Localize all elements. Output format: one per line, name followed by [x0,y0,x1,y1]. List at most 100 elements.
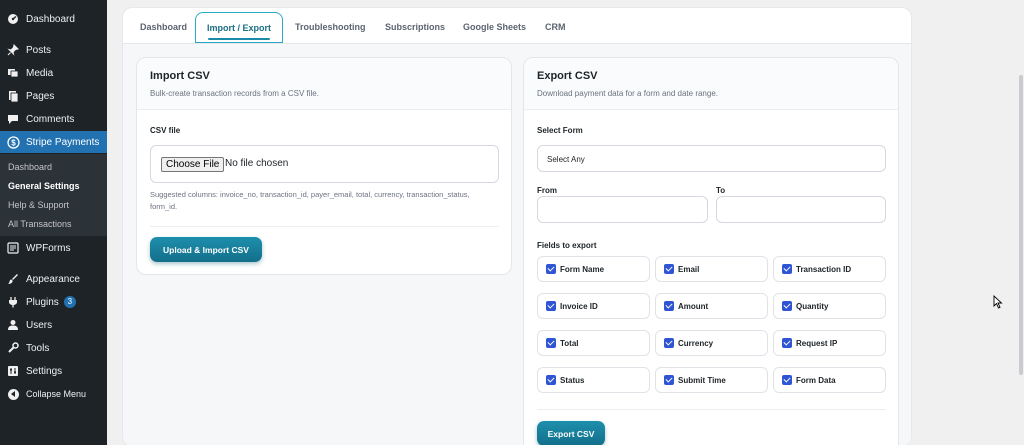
menu-label: Dashboard [26,13,75,25]
tab-troubleshooting[interactable]: Troubleshooting [295,22,366,32]
checkbox-checked[interactable] [664,264,674,274]
to-date-input[interactable] [716,196,886,223]
field-checkbox-status[interactable]: Status [537,367,650,393]
settings-icon [6,364,20,378]
menu-users[interactable]: Users [0,314,107,336]
menu-label: Collapse Menu [26,389,87,399]
menu-label: Appearance [26,273,80,285]
menu-posts[interactable]: Posts [0,39,107,61]
tab-subscriptions[interactable]: Subscriptions [385,22,445,32]
csv-file-input[interactable]: Choose File No file chosen [150,145,499,183]
field-checkbox-quantity[interactable]: Quantity [773,293,886,319]
checkbox-checked[interactable] [782,375,792,385]
choose-file-button[interactable]: Choose File [161,157,225,172]
svg-text:$: $ [11,138,16,147]
menu-label: Stripe Payments [26,136,100,148]
plugin-icon [6,295,20,309]
checkbox-checked[interactable] [664,338,674,348]
checkbox-checked[interactable] [546,264,556,274]
checkbox-checked[interactable] [664,301,674,311]
tab-dashboard[interactable]: Dashboard [140,22,187,32]
menu-media[interactable]: Media [0,62,107,84]
checkbox-checked[interactable] [782,338,792,348]
menu-wpforms[interactable]: WPForms [0,237,107,259]
wrench-icon [6,341,20,355]
user-icon [6,318,20,332]
update-count-badge: 3 [63,296,76,308]
no-file-text: No file chosen [225,158,289,169]
menu-label: Media [26,67,54,79]
checkbox-checked[interactable] [782,301,792,311]
field-checkbox-invoice-id[interactable]: Invoice ID [537,293,650,319]
forms-icon [6,241,20,255]
settings-panel: Dashboard Import / Export Troubleshootin… [122,7,912,445]
field-checkbox-form-name[interactable]: Form Name [537,256,650,282]
menu-tools[interactable]: Tools [0,337,107,359]
to-date-label: To [716,186,726,195]
checkbox-checked[interactable] [782,264,792,274]
menu-label: Posts [26,44,52,56]
csv-file-label: CSV file [150,126,181,135]
field-checkbox-total[interactable]: Total [537,330,650,356]
import-card-header: Import CSV Bulk-create transaction recor… [137,58,511,110]
submenu-all-transactions[interactable]: All Transactions [8,219,72,229]
field-checkbox-submit-time[interactable]: Submit Time [655,367,768,393]
menu-pages[interactable]: Pages [0,85,107,107]
comments-icon [6,112,20,126]
export-divider [537,409,886,410]
export-csv-button[interactable]: Export CSV [537,421,605,445]
import-card: Import CSV Bulk-create transaction recor… [136,57,512,275]
tab-crm[interactable]: CRM [545,22,566,32]
from-date-input[interactable] [537,196,708,223]
media-icon [6,66,20,80]
menu-collapse[interactable]: Collapse Menu [0,383,107,405]
pin-icon [6,43,20,57]
menu-dashboard[interactable]: Dashboard [0,8,107,30]
mouse-cursor-icon [993,294,1003,314]
checkbox-checked[interactable] [664,375,674,385]
dashboard-icon [6,12,20,26]
menu-plugins[interactable]: Plugins 3 [0,291,107,313]
export-subtitle: Download payment data for a form and dat… [537,89,718,98]
submenu-help-support[interactable]: Help & Support [8,200,69,210]
menu-label: Comments [26,113,75,125]
submenu-dashboard[interactable]: Dashboard [8,162,52,172]
menu-label: Plugins [26,296,59,308]
admin-sidebar: Dashboard Posts Media Pages Comments $ S… [0,0,107,445]
export-card: Export CSV Download payment data for a f… [523,57,899,445]
field-checkbox-currency[interactable]: Currency [655,330,768,356]
select-form-dropdown[interactable]: Select Any [537,145,886,172]
menu-label: Settings [26,365,63,377]
csv-columns-hint: Suggested columns: invoice_no, transacti… [150,190,470,211]
tab-bar: Dashboard Import / Export Troubleshootin… [123,8,911,44]
import-divider [150,226,499,227]
field-checkbox-request-ip[interactable]: Request IP [773,330,886,356]
upload-import-button[interactable]: Upload & Import CSV [150,237,262,262]
menu-label: WPForms [26,242,71,254]
fields-to-export-label: Fields to export [537,241,597,250]
pages-icon [6,89,20,103]
field-checkbox-amount[interactable]: Amount [655,293,768,319]
import-subtitle: Bulk-create transaction records from a C… [150,89,319,98]
field-checkbox-email[interactable]: Email [655,256,768,282]
menu-label: Tools [26,342,50,354]
submenu-general-settings[interactable]: General Settings [8,181,80,191]
checkbox-checked[interactable] [546,301,556,311]
dollar-icon: $ [6,135,20,149]
select-form-label: Select Form [537,126,583,135]
menu-appearance[interactable]: Appearance [0,268,107,290]
tab-import-export[interactable]: Import / Export [195,12,284,43]
tab-google-sheets[interactable]: Google Sheets [463,22,526,32]
menu-settings[interactable]: Settings [0,360,107,382]
field-checkbox-form-data[interactable]: Form Data [773,367,886,393]
import-title: Import CSV [150,70,210,82]
export-title: Export CSV [537,70,598,82]
brush-icon [6,272,20,286]
menu-stripe-payments[interactable]: $ Stripe Payments [0,131,107,153]
checkbox-checked[interactable] [546,375,556,385]
menu-comments[interactable]: Comments [0,108,107,130]
export-card-header: Export CSV Download payment data for a f… [524,58,898,110]
checkbox-checked[interactable] [546,338,556,348]
page-scrollbar[interactable] [1019,75,1023,375]
field-checkbox-transaction-id[interactable]: Transaction ID [773,256,886,282]
